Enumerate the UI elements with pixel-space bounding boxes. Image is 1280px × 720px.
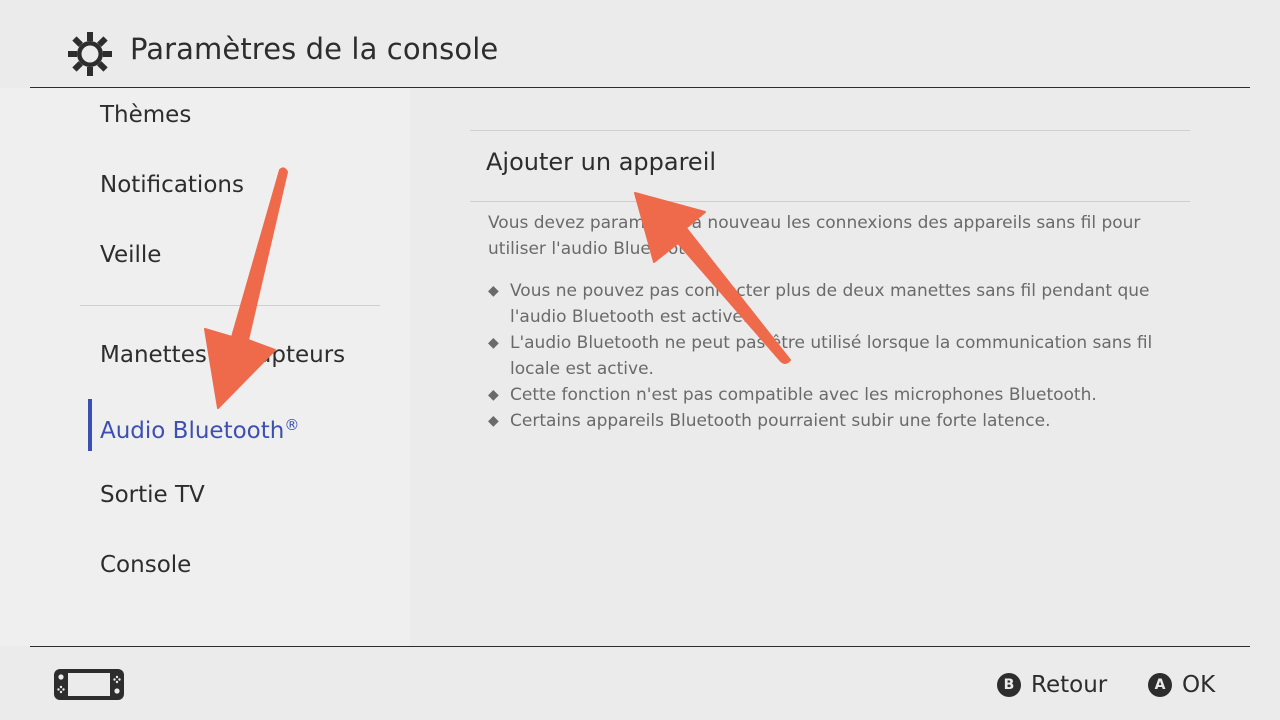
note-text: Vous ne pouvez pas connecter plus de deu… (510, 281, 1150, 327)
a-button-icon: A (1148, 673, 1172, 697)
sidebar-item-label: Notifications (100, 172, 244, 198)
note-item: ◆ Certains appareils Bluetooth pourraient… (488, 408, 1178, 434)
panel-description: Vous devez paramétrer à nouveau les conn… (488, 213, 1141, 259)
handheld-console-icon (54, 669, 124, 700)
note-text: Certains appareils Bluetooth pourraient … (510, 411, 1051, 431)
b-button-icon: B (997, 673, 1021, 697)
sidebar-item-controllers-sensors[interactable]: Manettes et capteurs (100, 335, 345, 375)
notes-list: ◆ Vous ne pouvez pas connecter plus de de… (488, 278, 1178, 434)
ok-label: OK (1182, 672, 1216, 698)
note-text: Cette fonction n'est pas compatible avec… (510, 385, 1097, 405)
sidebar-item-audio-bluetooth[interactable]: Audio Bluetooth® (100, 405, 299, 445)
gear-icon (68, 32, 112, 76)
sidebar-item-tv-output[interactable]: Sortie TV (100, 475, 205, 515)
sidebar-item-notifications[interactable]: Notifications (100, 165, 244, 205)
sidebar-item-label: Sortie TV (100, 482, 205, 508)
option-divider-bottom (470, 201, 1190, 202)
footer-divider (30, 646, 1250, 647)
back-button[interactable]: B Retour (997, 670, 1107, 700)
note-text: L'audio Bluetooth ne peut pas être utili… (510, 333, 1153, 379)
diamond-bullet-icon: ◆ (488, 387, 499, 403)
ok-button[interactable]: A OK (1148, 670, 1215, 700)
diamond-bullet-icon: ◆ (488, 335, 499, 351)
sidebar: Thèmes Notifications Veille Manettes et … (0, 88, 410, 646)
page-title: Paramètres de la console (130, 32, 499, 66)
registered-mark: ® (284, 416, 300, 434)
diamond-bullet-icon: ◆ (488, 283, 499, 299)
header: Paramètres de la console (0, 0, 1280, 88)
sidebar-item-label: Thèmes (100, 102, 192, 128)
sidebar-item-themes[interactable]: Thèmes (100, 95, 191, 135)
console-settings-screen: Paramètres de la console Thèmes Notifica… (0, 0, 1280, 720)
option-divider-top (470, 130, 1190, 131)
sidebar-item-sleep[interactable]: Veille (100, 235, 161, 275)
add-device-option[interactable]: Ajouter un appareil (486, 148, 716, 176)
sidebar-item-system[interactable]: Console (100, 545, 191, 585)
note-item: ◆ Vous ne pouvez pas connecter plus de de… (488, 278, 1178, 330)
diamond-bullet-icon: ◆ (488, 413, 499, 429)
sidebar-item-label: Manettes et capteurs (100, 342, 346, 368)
sidebar-item-label: Veille (100, 242, 162, 268)
active-indicator (88, 399, 92, 451)
sidebar-item-label: Console (100, 552, 192, 578)
sidebar-item-label: Audio Bluetooth (100, 418, 285, 444)
back-label: Retour (1031, 672, 1108, 698)
note-item: ◆ Cette fonction n'est pas compatible ave… (488, 382, 1178, 408)
note-item: ◆ L'audio Bluetooth ne peut pas être util… (488, 330, 1178, 382)
sidebar-divider (80, 305, 380, 306)
